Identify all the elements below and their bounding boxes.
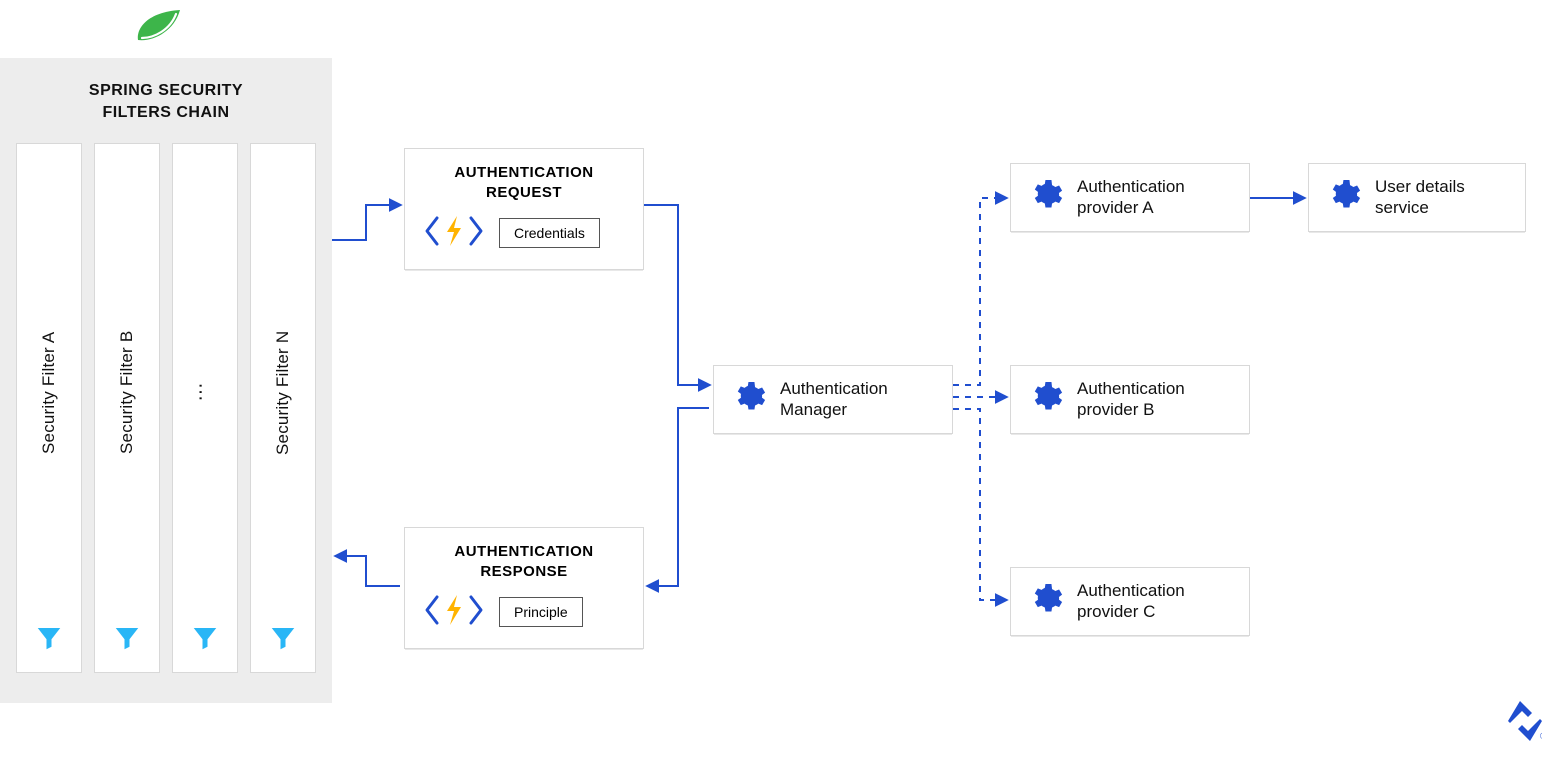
auth-provider-c-node: Authentication provider C — [1010, 567, 1250, 636]
auth-response-box: AUTHENTICATION RESPONSE Principle — [404, 527, 644, 649]
auth-response-title: AUTHENTICATION RESPONSE — [423, 542, 625, 583]
gear-icon — [1027, 581, 1063, 622]
funnel-icon — [112, 623, 142, 658]
filters-chain-panel: SPRING SECURITY FILTERS CHAIN Security F… — [0, 58, 332, 703]
gear-icon — [730, 379, 766, 420]
filter-label: Security Filter N — [273, 162, 293, 623]
spring-leaf-icon — [130, 6, 190, 55]
provider-a-label: Authentication provider A — [1077, 176, 1185, 219]
filter-ellipsis: … — [194, 162, 217, 623]
provider-c-label: Authentication provider C — [1077, 580, 1185, 623]
filter-column-b: Security Filter B — [94, 143, 160, 673]
provider-b-label: Authentication provider B — [1077, 378, 1185, 421]
principle-tag: Principle — [499, 597, 583, 627]
gear-icon — [1027, 177, 1063, 218]
svg-text:®: ® — [1540, 731, 1542, 741]
gear-icon — [1325, 177, 1361, 218]
auth-provider-b-node: Authentication provider B — [1010, 365, 1250, 434]
auth-provider-a-node: Authentication provider A — [1010, 163, 1250, 232]
user-details-node: User details service — [1308, 163, 1526, 232]
filter-label: Security Filter B — [117, 162, 137, 623]
auth-request-box: AUTHENTICATION REQUEST Credentials — [404, 148, 644, 270]
filters-chain-title: SPRING SECURITY FILTERS CHAIN — [16, 80, 316, 123]
filter-label: Security Filter A — [39, 162, 59, 623]
auth-manager-label: Authentication Manager — [780, 378, 888, 421]
funnel-icon — [34, 623, 64, 658]
user-details-label: User details service — [1375, 176, 1465, 219]
filter-column-n: Security Filter N — [250, 143, 316, 673]
filters-columns: Security Filter A Security Filter B … Se… — [16, 143, 316, 673]
code-bolt-icon — [423, 593, 485, 632]
funnel-icon — [190, 623, 220, 658]
code-bolt-icon — [423, 214, 485, 253]
auth-request-title: AUTHENTICATION REQUEST — [423, 163, 625, 204]
filter-column-ellipsis: … — [172, 143, 238, 673]
funnel-icon — [268, 623, 298, 658]
credentials-tag: Credentials — [499, 218, 600, 248]
gear-icon — [1027, 379, 1063, 420]
toptal-logo-icon: ® — [1508, 701, 1542, 746]
filter-column-a: Security Filter A — [16, 143, 82, 673]
auth-manager-node: Authentication Manager — [713, 365, 953, 434]
